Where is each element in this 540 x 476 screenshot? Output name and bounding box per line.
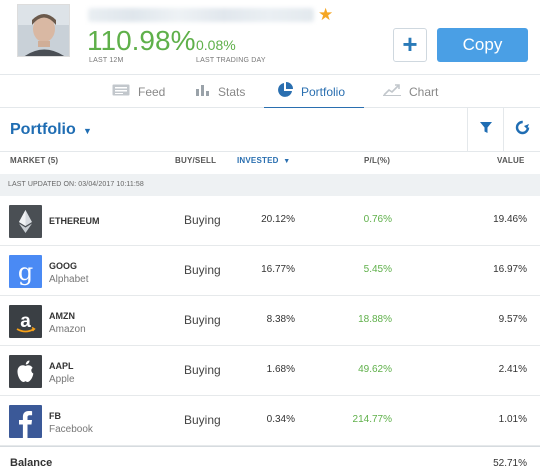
portfolio-dropdown[interactable]: Portfolio (10, 121, 76, 139)
table-row[interactable]: AAPL Apple Buying 1.68% 49.62% 2.41% (0, 346, 540, 396)
refresh-button[interactable] (503, 108, 540, 151)
row-pl: 49.62% (358, 364, 392, 375)
trader-header: ★ 110.98% LAST 12M 0.08% LAST TRADING DA… (0, 0, 540, 74)
stats-icon (196, 84, 210, 99)
row-symbol: ETHEREUM (49, 216, 100, 226)
feed-icon (112, 84, 130, 99)
balance-row: Balance 52.71% (0, 446, 540, 476)
daily-gain-value: 0.08% (196, 37, 236, 53)
sort-desc-icon: ▼ (281, 158, 291, 165)
chart-icon (383, 84, 401, 99)
column-value[interactable]: VALUE (497, 156, 525, 165)
tab-chart-label: Chart (409, 84, 439, 99)
tab-stats[interactable]: Stats (196, 75, 245, 108)
column-pl[interactable]: P/L(%) (364, 156, 390, 165)
row-action: Buying (184, 263, 221, 277)
row-company: Alphabet (49, 274, 89, 285)
row-action: Buying (184, 363, 221, 377)
row-invested: 16.77% (261, 264, 295, 275)
row-action: Buying (184, 413, 221, 427)
row-value: 16.97% (493, 264, 527, 275)
column-market[interactable]: MARKET (5) (10, 156, 58, 165)
row-action: Buying (184, 313, 221, 327)
row-company: Apple (49, 374, 75, 385)
table-row[interactable]: a AMZN Amazon Buying 8.38% 18.88% 9.57% (0, 296, 540, 346)
table-header: MARKET (5) BUY/SELL INVESTED ▼ P/L(%) VA… (0, 152, 540, 174)
row-invested: 20.12% (261, 214, 295, 225)
row-pl: 18.88% (358, 314, 392, 325)
yearly-gain-label: LAST 12M (89, 57, 124, 64)
tab-feed-label: Feed (138, 84, 166, 99)
row-company: Amazon (49, 324, 86, 335)
row-action: Buying (184, 213, 221, 227)
svg-text:a: a (20, 311, 31, 332)
filter-button[interactable] (467, 108, 503, 151)
username-blurred (88, 8, 314, 22)
add-button[interactable]: + (393, 28, 427, 62)
row-invested: 8.38% (266, 314, 295, 325)
tab-feed[interactable]: Feed (112, 75, 165, 108)
daily-gain-label: LAST TRADING DAY (196, 57, 266, 64)
apple-logo (9, 355, 42, 388)
portfolio-toolbar: Portfolio ▼ (0, 108, 540, 152)
tab-chart[interactable]: Chart (383, 75, 438, 108)
row-symbol: FB (49, 411, 61, 421)
table-row[interactable]: ETHEREUM Buying 20.12% 0.76% 19.46% (0, 196, 540, 246)
star-icon[interactable]: ★ (318, 6, 333, 23)
row-pl: 5.45% (363, 264, 392, 275)
column-invested-label: INVESTED (237, 156, 279, 165)
yearly-gain-value: 110.98% (87, 25, 196, 56)
table-row[interactable]: FB Facebook Buying 0.34% 214.77% 1.01% (0, 396, 540, 446)
column-invested[interactable]: INVESTED ▼ (237, 156, 290, 165)
row-value: 1.01% (498, 414, 527, 425)
balance-value: 52.71% (493, 458, 527, 469)
row-value: 19.46% (493, 214, 527, 225)
pie-chart-icon (277, 82, 293, 101)
amazon-logo: a (9, 305, 42, 338)
caret-down-icon[interactable]: ▼ (83, 126, 92, 136)
table-row[interactable]: g GOOG Alphabet Buying 16.77% 5.45% 16.9… (0, 246, 540, 296)
row-invested: 1.68% (266, 364, 295, 375)
row-invested: 0.34% (266, 414, 295, 425)
tab-portfolio-label: Portfolio (301, 84, 346, 99)
tab-portfolio[interactable]: Portfolio (264, 75, 364, 109)
profile-tabs: Feed Stats Portfolio Chart (0, 74, 540, 109)
avatar[interactable] (17, 4, 70, 57)
row-symbol: AMZN (49, 311, 75, 321)
filter-icon (479, 121, 492, 139)
column-buysell[interactable]: BUY/SELL (175, 156, 216, 165)
svg-text:g: g (18, 258, 33, 286)
last-updated: LAST UPDATED ON: 03/04/2017 10:11:58 (0, 174, 540, 196)
ethereum-logo (9, 205, 42, 238)
balance-label: Balance (10, 457, 53, 469)
tab-stats-label: Stats (218, 84, 246, 99)
copy-button[interactable]: Copy (437, 28, 528, 62)
row-value: 9.57% (498, 314, 527, 325)
row-value: 2.41% (498, 364, 527, 375)
row-symbol: GOOG (49, 261, 78, 271)
refresh-icon (515, 120, 530, 140)
row-pl: 214.77% (352, 414, 392, 425)
row-symbol: AAPL (49, 361, 74, 371)
facebook-logo (9, 405, 42, 438)
row-pl: 0.76% (363, 214, 392, 225)
google-logo: g (9, 255, 42, 288)
row-company: Facebook (49, 424, 93, 435)
